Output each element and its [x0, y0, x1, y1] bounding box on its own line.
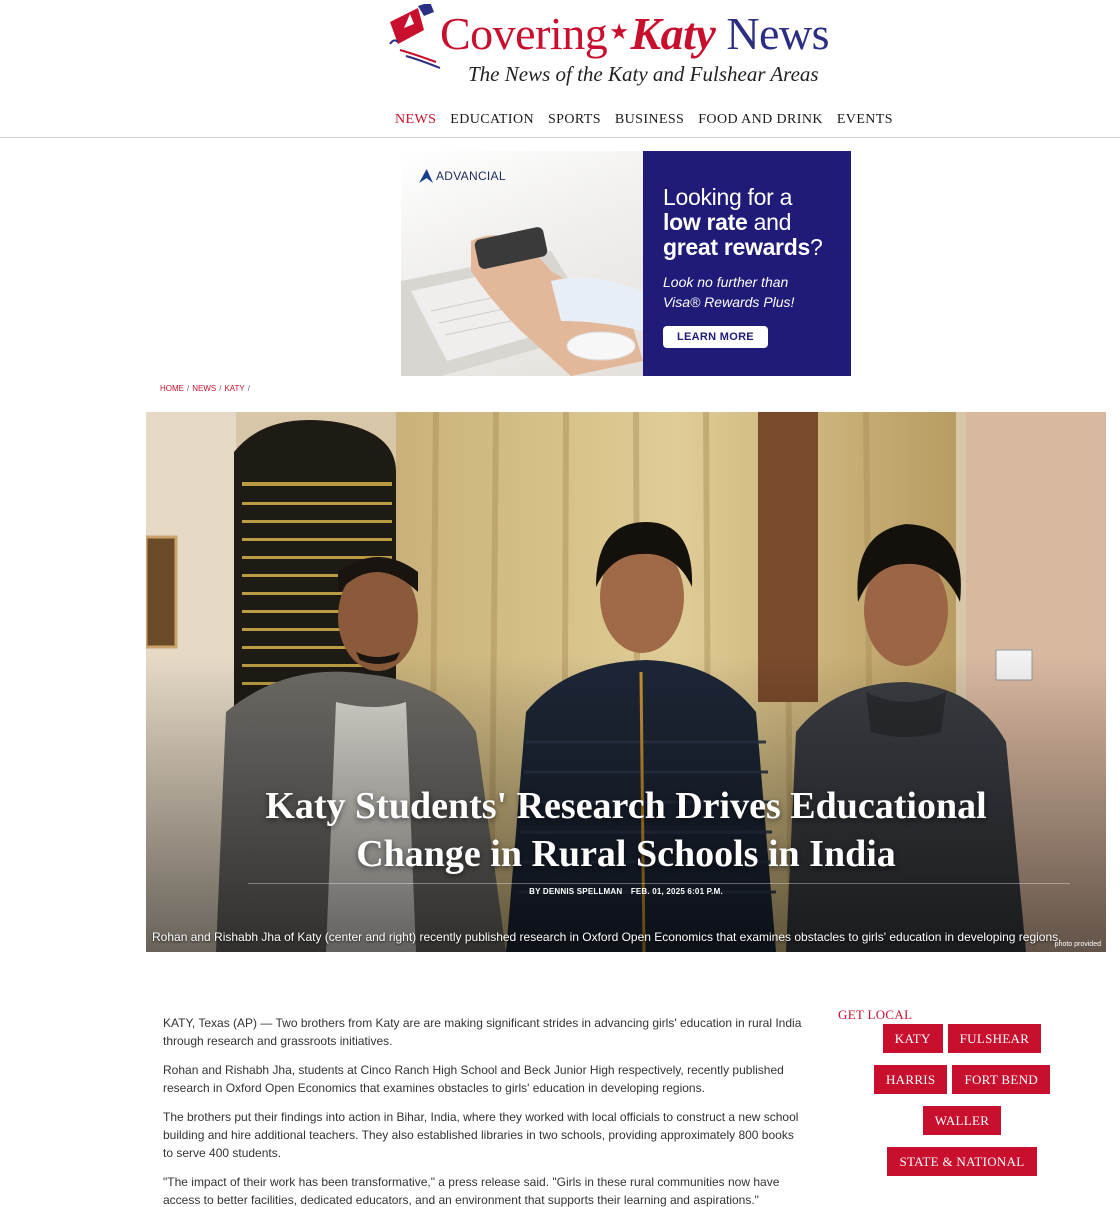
tag-katy[interactable]: KATY — [882, 1024, 943, 1053]
newspaper-pen-logo-icon — [389, 4, 441, 69]
breadcrumb-home[interactable]: HOME — [160, 384, 184, 393]
site-header: Covering★Katy News The News of the Katy … — [0, 0, 1120, 138]
article-paragraph: "The impact of their work has been trans… — [163, 1175, 780, 1207]
article-meta: BY DENNIS SPELLMAN FEB. 01, 2025 6:01 P.… — [146, 887, 1106, 896]
advancial-logo-icon — [419, 169, 433, 183]
site-tagline: The News of the Katy and Fulshear Areas — [468, 62, 819, 86]
article-paragraph: KATY, Texas (AP) — Two brothers from Kat… — [163, 1016, 802, 1048]
article-hero: Katy Students' Research Drives Education… — [146, 412, 1106, 952]
site-logo[interactable]: Covering★Katy News The News of the Katy … — [384, 4, 874, 90]
article-title: Katy Students' Research Drives Education… — [265, 785, 987, 875]
nav-item-food-and-drink[interactable]: FOOD AND DRINK — [691, 111, 830, 129]
article-date: FEB. 01, 2025 6:01 P.M. — [630, 887, 723, 896]
ad-brand: ADVANCIAL — [419, 169, 506, 183]
ad-image-panel: ADVANCIAL — [401, 151, 643, 376]
breadcrumb-news[interactable]: NEWS — [192, 384, 216, 393]
article-byline[interactable]: BY DENNIS SPELLMAN — [529, 887, 622, 896]
local-tags: KATY FULSHEAR HARRIS FORT BEND WALLER ST… — [838, 1024, 1086, 1176]
nav-item-education[interactable]: EDUCATION — [443, 111, 541, 129]
nav-item-news[interactable]: NEWS — [388, 111, 443, 129]
photo-credit: photo provided — [1054, 941, 1101, 948]
breadcrumb-katy[interactable]: KATY — [224, 384, 244, 393]
title-divider — [248, 883, 1070, 884]
tag-state-national[interactable]: STATE & NATIONAL — [887, 1147, 1037, 1176]
article-body: KATY, Texas (AP) — Two brothers from Kat… — [163, 1014, 803, 1207]
ad-photo-laptop-phone — [401, 227, 643, 376]
photo-caption: Rohan and Rishabh Jha of Katy (center an… — [152, 930, 1062, 944]
tag-fort-bend[interactable]: FORT BEND — [952, 1065, 1051, 1094]
nav-item-business[interactable]: BUSINESS — [608, 111, 691, 129]
main-nav: NEWS EDUCATION SPORTS BUSINESS FOOD AND … — [388, 111, 900, 129]
ad-subheadline: Look no further than Visa® Rewards Plus! — [663, 274, 795, 310]
tag-waller[interactable]: WALLER — [922, 1106, 1002, 1135]
ad-headline: Looking for a low rate and great rewards… — [663, 184, 823, 260]
nav-item-events[interactable]: EVENTS — [830, 111, 900, 129]
site-name: Covering★Katy News — [440, 8, 830, 59]
tag-fulshear[interactable]: FULSHEAR — [947, 1024, 1042, 1053]
advertisement-banner[interactable]: ADVANCIAL Looking for a low rate and gre… — [401, 151, 851, 376]
tag-harris[interactable]: HARRIS — [873, 1065, 948, 1094]
get-local-heading: GET LOCAL — [838, 1007, 913, 1022]
ad-learn-more-button[interactable]: LEARN MORE — [663, 326, 768, 348]
ad-text-panel: Looking for a low rate and great rewards… — [643, 151, 851, 376]
article-paragraph: The brothers put their findings into act… — [163, 1110, 799, 1160]
article-paragraph: Rohan and Rishabh Jha, students at Cinco… — [163, 1063, 784, 1095]
breadcrumb: HOME / NEWS / KATY / — [160, 384, 251, 393]
nav-item-sports[interactable]: SPORTS — [541, 111, 608, 129]
